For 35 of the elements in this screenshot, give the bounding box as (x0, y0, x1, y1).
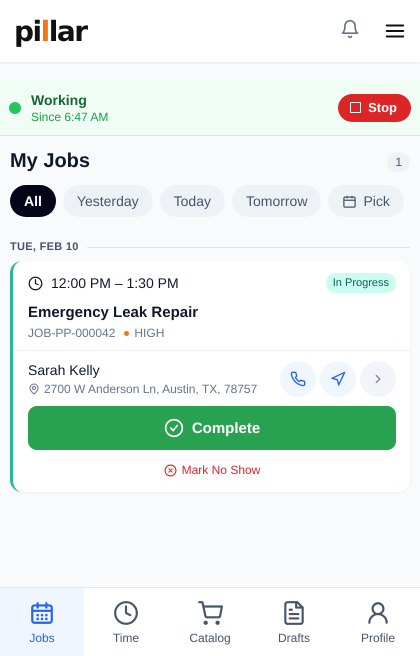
status-since: Since 6:47 AM (31, 110, 108, 124)
page-title: My Jobs (10, 150, 90, 173)
filter-chip[interactable]: Pick (328, 185, 404, 217)
navigate-button[interactable] (320, 361, 356, 397)
map-pin-icon (28, 383, 40, 395)
status-label: Working (31, 92, 88, 108)
mark-no-show-button[interactable]: Mark No Show (158, 462, 266, 478)
job-number: JOB-PP-000042 (28, 326, 116, 340)
date-heading: TUE, FEB 10 (10, 241, 79, 253)
check-circle-icon (164, 418, 184, 438)
filter-chip[interactable]: Yesterday (62, 185, 153, 217)
clock-icon (28, 276, 43, 290)
navigation-arrow-icon (330, 371, 346, 387)
filter-chip[interactable]: All (10, 185, 56, 217)
status-badge: In Progress (326, 273, 396, 293)
phone-icon (290, 371, 306, 387)
job-title: Emergency Leak Repair (28, 304, 200, 321)
job-count: 1 (387, 152, 410, 172)
calendar-icon (29, 600, 55, 626)
call-button[interactable] (280, 361, 316, 397)
calendar-icon (342, 194, 358, 208)
priority-label: HIGH (134, 326, 164, 340)
customer-name: Sarah Kelly (28, 362, 101, 378)
clock-icon (113, 600, 139, 626)
filter-chip[interactable]: Today (160, 185, 225, 217)
stop-button[interactable]: Stop (338, 94, 411, 122)
x-circle-icon (164, 464, 177, 476)
customer-address: 2700 W Anderson Ln, Austin, TX, 78757 (44, 382, 258, 396)
cart-icon (197, 600, 223, 626)
filter-chip[interactable]: Tomorrow (232, 185, 322, 217)
pillar-logo: pillar (14, 14, 87, 48)
nav-tab[interactable]: Jobs (0, 588, 84, 656)
job-card[interactable]: 12:00 PM – 1:30 PM In Progress Emergency Leak Repair JOB-PP-000042 HIGH Sarah Kelly 2700 W Anderson Ln, Austin, TX, 78757 Complete Mark No Show (10, 261, 410, 492)
job-time: 12:00 PM – 1:30 PM (51, 275, 179, 291)
bell-icon (340, 18, 360, 38)
